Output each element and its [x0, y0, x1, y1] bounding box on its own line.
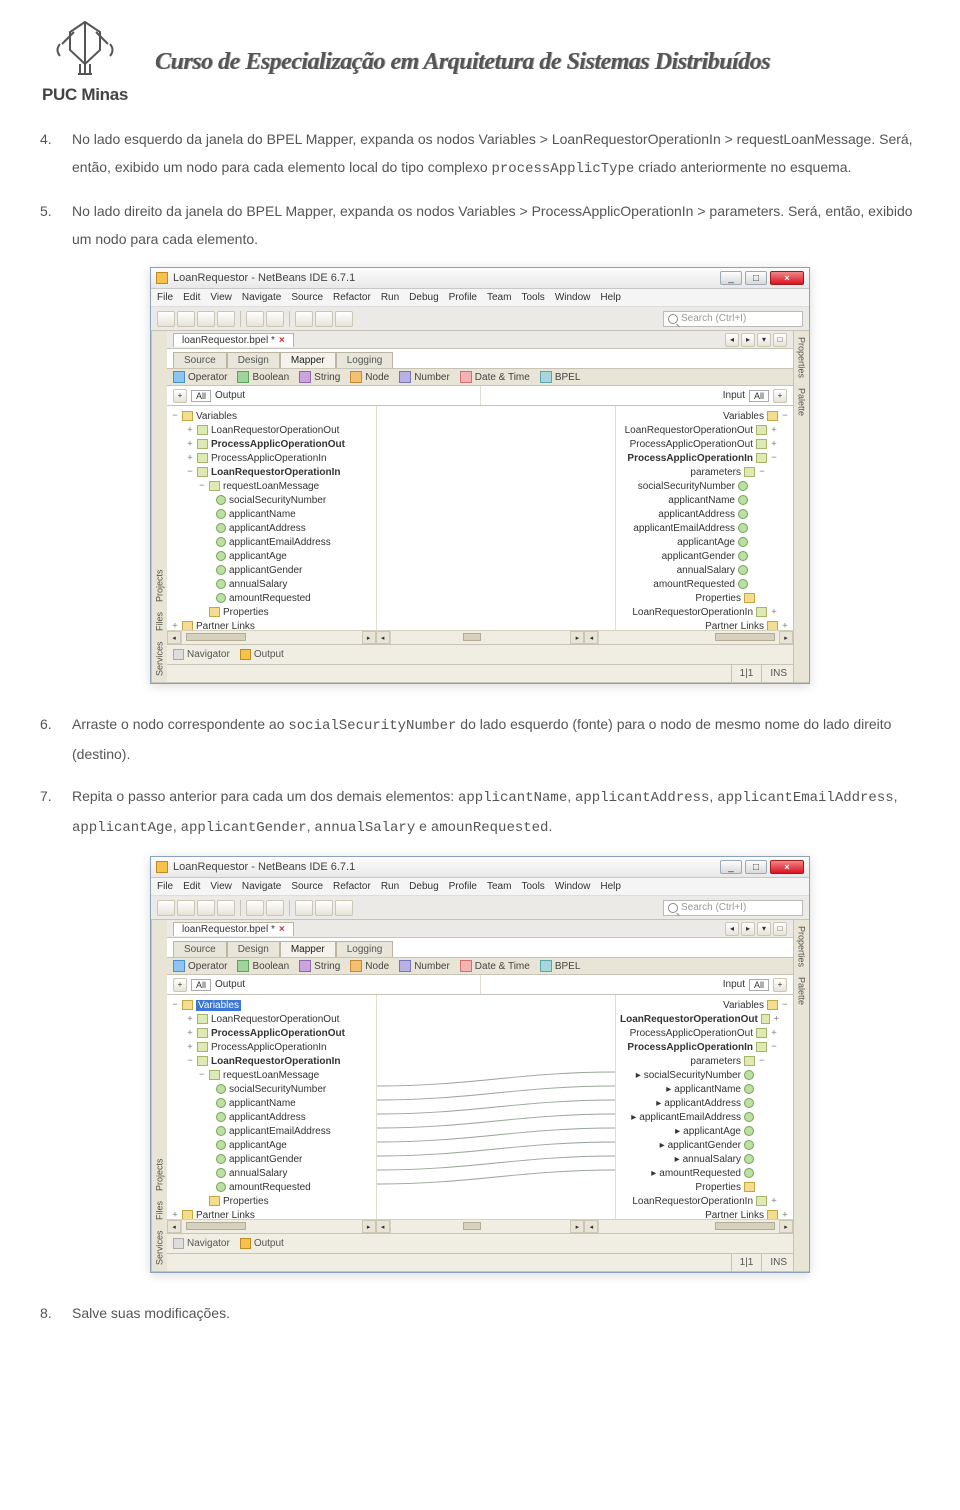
palette-tab[interactable]: Palette [797, 388, 807, 416]
menu-run[interactable]: Run [381, 292, 399, 303]
left-col-header: + All Output [167, 386, 479, 405]
step-8-text: Salve suas modificações. [72, 1299, 920, 1327]
step-4: 4. No lado esquerdo da janela do BPEL Ma… [40, 125, 920, 183]
doc-header: PUC Minas Curso de Especialização em Arq… [40, 20, 920, 105]
run-icon[interactable] [295, 311, 313, 327]
tab-source[interactable]: Source [173, 352, 227, 368]
menu-view[interactable]: View [210, 292, 232, 303]
window-titlebar: LoanRequestor - NetBeans IDE 6.7.1 _ □ × [151, 268, 809, 289]
menu-window[interactable]: Window [555, 292, 591, 303]
step-5: 5. No lado direito da janela do BPEL Map… [40, 197, 920, 253]
close-file-icon[interactable]: × [279, 335, 285, 346]
left-rail: Services Files Projects [151, 331, 167, 682]
maximize-button[interactable]: □ [745, 271, 767, 285]
mapper-tooltabs: Operator Boolean String Node Number Date… [167, 369, 793, 386]
menu-help[interactable]: Help [600, 292, 621, 303]
step-7-number: 7. [40, 782, 62, 842]
menu-source[interactable]: Source [291, 292, 323, 303]
tab-design[interactable]: Design [227, 352, 280, 368]
step-6-text: Arraste o nodo correspondente ao socialS… [72, 710, 920, 768]
left-filter-dd[interactable]: All [191, 390, 211, 402]
ide-screenshot-2: LoanRequestor - NetBeans IDE 6.7.1 _ □ ×… [150, 856, 810, 1273]
tool-datetime[interactable]: Date & Time [460, 371, 530, 383]
brand-text: PUC Minas [42, 85, 128, 105]
mapping-lines [377, 995, 615, 1219]
save-all-icon[interactable] [217, 311, 235, 327]
app-icon [156, 861, 168, 873]
profile-icon[interactable] [335, 311, 353, 327]
tool-number[interactable]: Number [399, 371, 450, 383]
navigator-tab[interactable]: Navigator [173, 649, 230, 660]
undo-icon[interactable] [246, 311, 264, 327]
tab-logging[interactable]: Logging [336, 352, 394, 368]
step-8-number: 8. [40, 1299, 62, 1327]
redo-icon[interactable] [266, 311, 284, 327]
projects-tab[interactable]: Projects [155, 570, 165, 603]
view-tabs: Source Design Mapper Logging [167, 349, 793, 369]
tool-operator[interactable]: Operator [173, 371, 227, 383]
target-tree[interactable]: Variables− LoanRequestorOperationOut+ Pr… [615, 406, 793, 630]
debug-icon[interactable] [315, 311, 333, 327]
mapper-scrollbars[interactable]: ◂ ▸ ◂ ▸ ◂ ▸ [167, 630, 793, 644]
close-button[interactable]: × [770, 271, 804, 285]
menu-team[interactable]: Team [487, 292, 511, 303]
menu-profile[interactable]: Profile [449, 292, 477, 303]
step-7: 7. Repita o passo anterior para cada um … [40, 782, 920, 842]
menu-navigate[interactable]: Navigate [242, 292, 281, 303]
new-file-icon[interactable] [157, 311, 175, 327]
right-rail: Properties Palette [793, 331, 809, 682]
source-tree[interactable]: −Variables +LoanRequestorOperationOut +P… [167, 995, 377, 1219]
menu-file[interactable]: File [157, 292, 173, 303]
tree-expand-icon[interactable]: + [173, 389, 187, 403]
tool-string[interactable]: String [299, 371, 340, 383]
step-6: 6. Arraste o nodo correspondente ao soci… [40, 710, 920, 768]
source-tree[interactable]: −Variables +LoanRequestorOperationOut +P… [167, 406, 377, 630]
ide-screenshot-1: LoanRequestor - NetBeans IDE 6.7.1 _ □ ×… [150, 267, 810, 684]
nav-down-icon[interactable]: ▾ [757, 333, 771, 347]
course-title: Curso de Especialização em Arquitetura d… [155, 49, 770, 76]
right-col-header: Input All + [480, 386, 793, 405]
mapper-area: −Variables +LoanRequestorOperationOut +P… [167, 406, 793, 630]
statusbar: 1|1 INS [167, 664, 793, 682]
menu-tools[interactable]: Tools [521, 292, 544, 303]
tab-mapper[interactable]: Mapper [280, 352, 336, 368]
output-tab[interactable]: Output [240, 649, 284, 660]
nav-right-icon[interactable]: ▸ [741, 333, 755, 347]
files-tab[interactable]: Files [155, 612, 165, 631]
window-title: LoanRequestor - NetBeans IDE 6.7.1 [173, 272, 355, 284]
toolbar: Search (Ctrl+I) [151, 307, 809, 331]
right-filter-dd[interactable]: All [749, 390, 769, 402]
tool-boolean[interactable]: Boolean [237, 371, 289, 383]
target-tree[interactable]: Variables− LoanRequestorOperationOut+ Pr… [615, 995, 793, 1219]
minimize-button[interactable]: _ [720, 271, 742, 285]
menu-refactor[interactable]: Refactor [333, 292, 371, 303]
brand-logo: PUC Minas [40, 20, 130, 105]
menubar: File Edit View Navigate Source Refactor … [151, 289, 809, 307]
nav-max-icon[interactable]: □ [773, 333, 787, 347]
properties-tab[interactable]: Properties [797, 337, 807, 378]
step-6-number: 6. [40, 710, 62, 768]
search-icon [668, 314, 678, 324]
search-input[interactable]: Search (Ctrl+I) [663, 311, 803, 327]
step-5-text: No lado direito da janela do BPEL Mapper… [72, 197, 920, 253]
services-tab[interactable]: Services [155, 641, 165, 676]
minimize-button[interactable]: _ [720, 860, 742, 874]
nav-left-icon[interactable]: ◂ [725, 333, 739, 347]
step-4-text: No lado esquerdo da janela do BPEL Mappe… [72, 125, 920, 183]
editor-file-tab[interactable]: loanRequestor.bpel * × [173, 333, 294, 347]
step-7-text: Repita o passo anterior para cada um dos… [72, 782, 920, 842]
tool-node[interactable]: Node [350, 371, 389, 383]
step-4-number: 4. [40, 125, 62, 183]
menu-edit[interactable]: Edit [183, 292, 200, 303]
open-icon[interactable] [197, 311, 215, 327]
tree-expand-icon[interactable]: + [773, 389, 787, 403]
step-5-number: 5. [40, 197, 62, 253]
tool-bpel[interactable]: BPEL [540, 371, 581, 383]
close-button[interactable]: × [770, 860, 804, 874]
menu-debug[interactable]: Debug [409, 292, 438, 303]
step-8: 8. Salve suas modificações. [40, 1299, 920, 1327]
maximize-button[interactable]: □ [745, 860, 767, 874]
app-icon [156, 272, 168, 284]
new-project-icon[interactable] [177, 311, 195, 327]
